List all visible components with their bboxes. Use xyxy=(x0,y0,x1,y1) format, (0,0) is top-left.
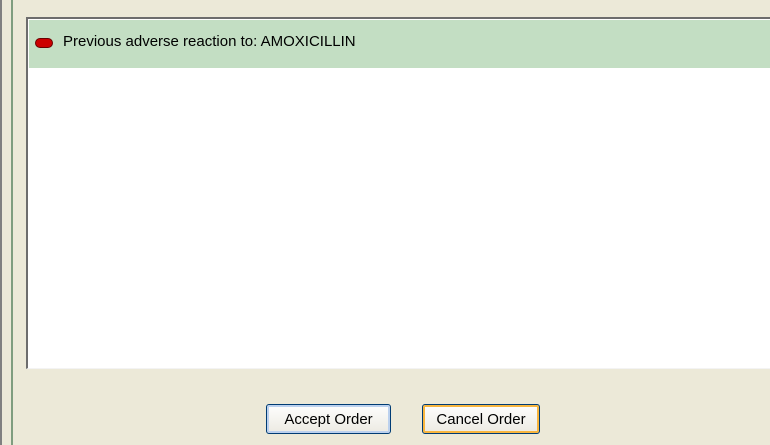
alert-message: Previous adverse reaction to: AMOXICILLI… xyxy=(63,33,356,50)
alert-list[interactable]: Previous adverse reaction to: AMOXICILLI… xyxy=(26,17,770,369)
button-bar: Accept Order Cancel Order xyxy=(26,369,770,445)
red-pill-alert-icon xyxy=(35,38,53,48)
dialog-window: Previous adverse reaction to: AMOXICILLI… xyxy=(0,0,770,445)
accept-order-button[interactable]: Accept Order xyxy=(266,404,391,434)
cancel-order-button[interactable]: Cancel Order xyxy=(422,404,540,434)
alert-list-item[interactable]: Previous adverse reaction to: AMOXICILLI… xyxy=(29,20,770,68)
